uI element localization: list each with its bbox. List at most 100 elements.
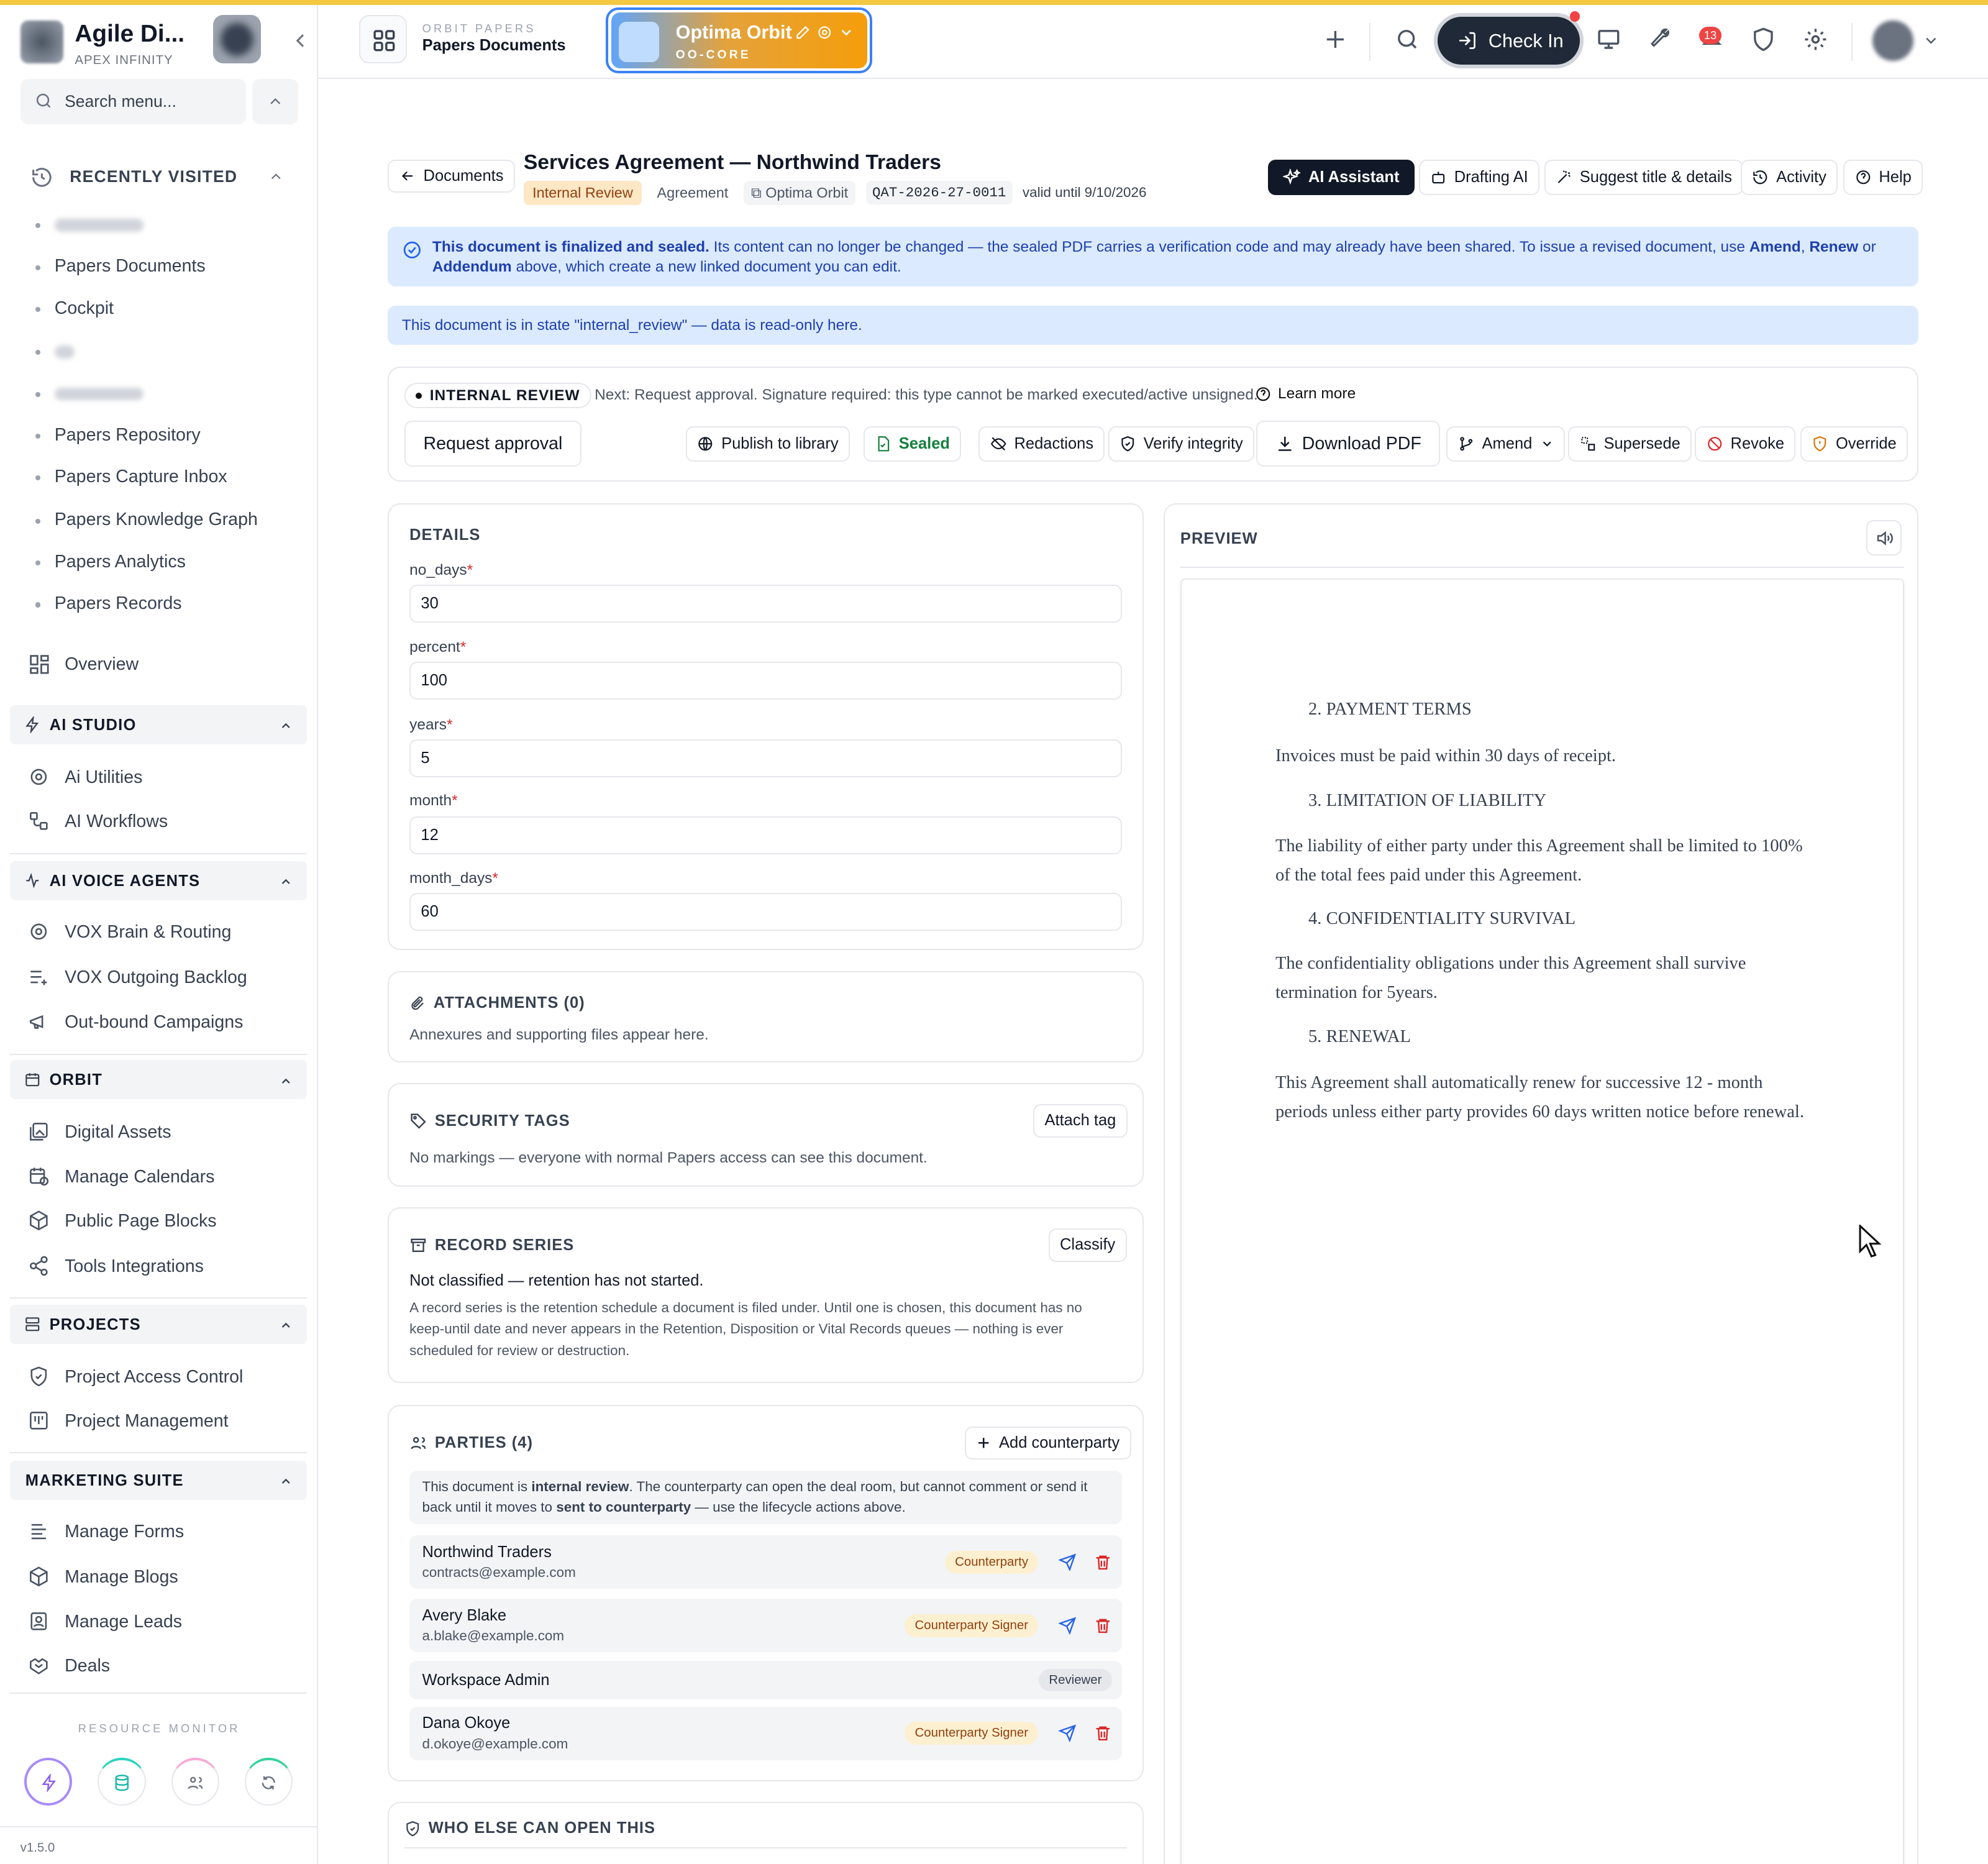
month-days-input[interactable] <box>409 892 1123 931</box>
help-button[interactable]: Help <box>1843 160 1923 196</box>
sync-monitor[interactable] <box>244 1757 293 1806</box>
monitor-icon[interactable] <box>1596 27 1621 52</box>
send-icon[interactable] <box>1059 1617 1077 1635</box>
verify-integrity-button[interactable]: Verify integrity <box>1108 426 1255 462</box>
sidebar-item-tools-integrations[interactable]: Tools Integrations <box>25 1248 307 1286</box>
years-input[interactable] <box>409 739 1123 777</box>
recent-item[interactable]: Papers Documents <box>35 256 206 276</box>
add-counterparty-button[interactable]: Add counterparty <box>964 1426 1131 1460</box>
sidebar-item-vox-brain[interactable]: VOX Brain & Routing <box>25 913 307 951</box>
redactions-button[interactable]: Redactions <box>978 426 1105 462</box>
search-input[interactable] <box>65 88 236 114</box>
recent-item[interactable]: Papers Analytics <box>35 552 186 572</box>
revoke-button[interactable]: Revoke <box>1695 426 1796 462</box>
sidebar-item-deals[interactable]: Deals <box>25 1647 307 1685</box>
sidebar-item-overview[interactable]: Overview <box>25 646 307 683</box>
menu-search[interactable] <box>20 78 246 124</box>
party-row[interactable]: Dana Okoye d.okoye@example.com Counterpa… <box>409 1706 1123 1760</box>
workspace-switcher[interactable]: Optima Orbit OO-CORE <box>606 7 873 74</box>
sidebar-item-project-management[interactable]: Project Management <box>25 1402 307 1440</box>
override-button[interactable]: Override <box>1800 426 1908 462</box>
check-in-button[interactable]: Check In <box>1438 11 1580 65</box>
ai-assistant-button[interactable]: AI Assistant <box>1267 160 1415 196</box>
cpu-monitor[interactable] <box>24 1757 73 1806</box>
collapse-sidebar-icon[interactable] <box>289 29 312 52</box>
publish-to-library-button[interactable]: Publish to library <box>686 426 850 462</box>
send-icon[interactable] <box>1059 1553 1077 1571</box>
section-orbit[interactable]: ORBIT <box>10 1060 307 1100</box>
drafting-ai-button[interactable]: Drafting AI <box>1418 160 1540 196</box>
shield-icon[interactable] <box>1751 27 1776 52</box>
no-days-input[interactable] <box>409 584 1123 623</box>
section-marketing-suite[interactable]: MARKETING SUITE <box>10 1460 307 1501</box>
chevron-down-icon[interactable] <box>838 24 855 41</box>
month-input[interactable] <box>409 816 1123 855</box>
recently-visited-header[interactable]: RECENTLY VISITED <box>30 162 289 193</box>
percent-input[interactable] <box>409 662 1123 700</box>
top-accent-bar <box>0 0 1988 6</box>
users-monitor[interactable] <box>171 1757 220 1806</box>
parties-note: This document is internal review. The co… <box>409 1471 1123 1524</box>
sidebar-item-public-page-blocks[interactable]: Public Page Blocks <box>25 1202 307 1240</box>
addendum-link[interactable]: Addendum <box>432 258 512 275</box>
recent-item-redacted[interactable] <box>35 214 144 235</box>
gear-icon[interactable] <box>816 24 833 41</box>
sidebar-item-vox-backlog[interactable]: VOX Outgoing Backlog <box>25 959 307 997</box>
amend-dropdown[interactable]: Amend <box>1446 426 1566 462</box>
org-avatar[interactable] <box>212 15 262 64</box>
trash-icon[interactable] <box>1094 1617 1112 1635</box>
recent-item-redacted[interactable] <box>35 341 75 362</box>
search-icon[interactable] <box>1395 27 1420 52</box>
database-monitor[interactable] <box>98 1757 146 1806</box>
plus-icon[interactable] <box>1323 27 1348 52</box>
sealed-button[interactable]: Sealed <box>863 426 962 462</box>
edit-icon[interactable] <box>795 24 811 41</box>
wrench-icon[interactable] <box>1648 27 1671 50</box>
chevron-down-icon[interactable] <box>1922 32 1940 50</box>
recent-item[interactable]: Papers Repository <box>35 425 201 445</box>
download-pdf-button[interactable]: Download PDF <box>1256 421 1441 467</box>
recent-item-redacted[interactable] <box>35 383 144 403</box>
party-row[interactable]: Workspace Admin Reviewer <box>409 1661 1123 1699</box>
trash-icon[interactable] <box>1094 1724 1112 1742</box>
sidebar-item-ai-utilities[interactable]: Ai Utilities <box>25 758 307 796</box>
classify-button[interactable]: Classify <box>1048 1228 1127 1262</box>
speaker-icon[interactable] <box>1866 519 1902 555</box>
renew-link[interactable]: Renew <box>1809 239 1858 255</box>
trash-icon[interactable] <box>1094 1553 1112 1571</box>
chevron-up-icon[interactable] <box>252 78 298 124</box>
activity-button[interactable]: Activity <box>1741 160 1838 196</box>
party-row[interactable]: Avery Blake a.blake@example.com Counterp… <box>409 1599 1123 1653</box>
sidebar-item-manage-blogs[interactable]: Manage Blogs <box>25 1558 307 1596</box>
recent-item[interactable]: Papers Knowledge Graph <box>35 509 258 530</box>
sidebar-item-digital-assets[interactable]: Digital Assets <box>25 1113 307 1151</box>
suggest-title-button[interactable]: Suggest title & details <box>1544 160 1744 196</box>
sidebar-item-outbound-campaigns[interactable]: Out-bound Campaigns <box>25 1003 307 1041</box>
cog-icon <box>28 921 50 943</box>
sidebar-item-project-access[interactable]: Project Access Control <box>25 1358 307 1396</box>
amend-link[interactable]: Amend <box>1749 239 1801 255</box>
sidebar-item-ai-workflows[interactable]: AI Workflows <box>25 803 307 841</box>
sidebar-item-manage-leads[interactable]: Manage Leads <box>25 1603 307 1641</box>
section-ai-studio[interactable]: AI STUDIO <box>10 705 307 744</box>
attach-tag-button[interactable]: Attach tag <box>1033 1104 1128 1138</box>
gear-icon[interactable] <box>1803 27 1828 52</box>
recent-item[interactable]: Cockpit <box>35 298 114 319</box>
apps-grid-icon[interactable] <box>358 15 408 64</box>
party-row[interactable]: Northwind Traders contracts@example.com … <box>409 1535 1123 1589</box>
supersede-button[interactable]: Supersede <box>1568 426 1692 462</box>
request-approval-button[interactable]: Request approval <box>404 421 581 467</box>
recent-item[interactable]: Papers Records <box>35 593 182 614</box>
learn-more-link[interactable]: Learn more <box>1255 385 1356 403</box>
section-projects[interactable]: PROJECTS <box>10 1304 307 1345</box>
back-to-documents-button[interactable]: Documents <box>388 160 515 193</box>
amend-label: Amend <box>1482 434 1533 452</box>
user-avatar[interactable] <box>1872 20 1913 61</box>
section-ai-voice-agents[interactable]: AI VOICE AGENTS <box>10 861 307 900</box>
send-icon[interactable] <box>1059 1724 1077 1742</box>
recent-item[interactable]: Papers Capture Inbox <box>35 467 227 487</box>
workspace-chip[interactable]: ⧉ Optima Orbit <box>743 180 856 205</box>
brand[interactable]: Agile Di... APEX INFINITY <box>20 15 304 73</box>
sidebar-item-manage-calendars[interactable]: Manage Calendars <box>25 1158 307 1195</box>
sidebar-item-manage-forms[interactable]: Manage Forms <box>25 1513 307 1551</box>
